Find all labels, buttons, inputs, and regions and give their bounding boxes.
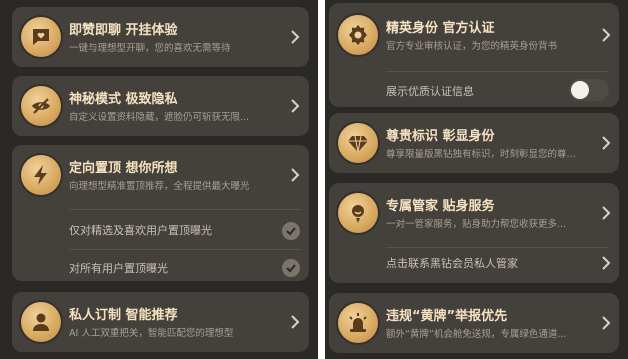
badge-star-icon <box>338 15 378 55</box>
card-subtitle: AI 人工双重把关，智能匹配您的理想型 <box>69 328 234 339</box>
diamond-icon <box>338 123 378 163</box>
left-panel: 即赞即聊 开挂体验 一键与理想型开聊，您的喜欢无需等待 神秘模式 极致隐私 自定… <box>0 0 318 359</box>
toggle-knob <box>571 81 589 99</box>
card-header[interactable]: 定向置顶 想你所想 向理想型精准置顶推荐，全程提供最大曝光 <box>12 145 309 205</box>
right-panel: 精英身份 官方认证 官方专业审核认证，为您的精英身份背书 展示优质认证信息 尊贵… <box>325 0 628 359</box>
link-label: 点击联系黑钻会员私人管家 <box>386 257 518 270</box>
card-custom-recommend[interactable]: 私人订制 智能推荐 AI 人工双重把关，智能匹配您的理想型 <box>12 292 309 352</box>
butler-icon <box>338 193 378 233</box>
contact-butler-link[interactable]: 点击联系黑钻会员私人管家 <box>329 249 619 281</box>
divider <box>69 249 301 250</box>
chevron-right-icon[interactable] <box>601 316 611 330</box>
card-violation-report[interactable]: 违规“黄牌”举报优先 额外“黄牌”机会舱免送规，专属绿色通道... <box>329 293 619 353</box>
chevron-right-icon[interactable] <box>290 168 300 182</box>
chevron-right-icon[interactable] <box>290 30 300 44</box>
card-subtitle: 向理想型精准置顶推荐，全程提供最大曝光 <box>69 181 250 192</box>
chevron-right-icon[interactable] <box>601 28 611 42</box>
lightning-icon <box>21 155 61 195</box>
checkmark-icon[interactable] <box>282 259 300 277</box>
eye-hidden-icon <box>21 86 61 126</box>
option-label: 对所有用户置顶曝光 <box>69 262 168 275</box>
card-title: 违规“黄牌”举报优先 <box>386 309 508 324</box>
card-subtitle: 额外“黄牌”机会舱免送规，专属绿色通道... <box>386 329 567 340</box>
card-title: 专属管家 贴身服务 <box>386 199 495 214</box>
card-title: 精英身份 官方认证 <box>386 21 495 36</box>
card-header[interactable]: 精英身份 官方认证 官方专业审核认证，为您的精英身份背书 <box>329 3 619 63</box>
chevron-right-icon[interactable] <box>601 136 611 150</box>
card-title: 私人订制 智能推荐 <box>69 308 178 323</box>
divider <box>69 209 301 210</box>
card-exclusive-butler: 专属管家 贴身服务 一对一管家服务，贴身助力帮您收获更多... 点击联系黑钻会员… <box>329 183 619 283</box>
card-mystery-mode[interactable]: 神秘模式 极致隐私 自定义设置资料隐藏，遮脸仍可斩获无限... <box>12 76 309 136</box>
toggle-label: 展示优质认证信息 <box>386 85 474 98</box>
divider <box>386 247 609 248</box>
card-noble-badge[interactable]: 尊贵标识 彰显身份 尊享限量版黑钻独有标识，时刻彰显您的尊... <box>329 113 619 173</box>
chevron-right-icon[interactable] <box>290 99 300 113</box>
card-subtitle: 自定义设置资料隐藏，遮脸仍可斩获无限... <box>69 112 250 123</box>
card-title: 定向置顶 想你所想 <box>69 161 178 176</box>
card-subtitle: 一对一管家服务，贴身助力帮您收获更多... <box>386 219 567 230</box>
option-label: 仅对精选及喜欢用户置顶曝光 <box>69 224 212 237</box>
person-icon <box>21 302 61 342</box>
card-title: 即赞即聊 开挂体验 <box>69 23 178 38</box>
card-header[interactable]: 专属管家 贴身服务 一对一管家服务，贴身助力帮您收获更多... <box>329 183 619 243</box>
card-title: 尊贵标识 彰显身份 <box>386 129 495 144</box>
card-subtitle: 尊享限量版黑钻独有标识，时刻彰显您的尊... <box>386 149 576 160</box>
show-certification-toggle[interactable] <box>569 79 609 101</box>
chevron-right-icon[interactable] <box>601 206 611 220</box>
card-elite-identity: 精英身份 官方认证 官方专业审核认证，为您的精英身份背书 展示优质认证信息 <box>329 3 619 107</box>
card-title: 神秘模式 极致隐私 <box>69 92 178 107</box>
chat-heart-icon <box>21 17 61 57</box>
card-targeted-top: 定向置顶 想你所想 向理想型精准置顶推荐，全程提供最大曝光 仅对精选及喜欢用户置… <box>12 145 309 281</box>
divider <box>386 71 609 72</box>
card-subtitle: 一键与理想型开聊，您的喜欢无需等待 <box>69 43 231 54</box>
card-instant-chat[interactable]: 即赞即聊 开挂体验 一键与理想型开聊，您的喜欢无需等待 <box>12 7 309 67</box>
card-subtitle: 官方专业审核认证，为您的精英身份背书 <box>386 41 558 52</box>
chevron-right-icon[interactable] <box>290 315 300 329</box>
chevron-right-icon[interactable] <box>601 256 611 270</box>
alarm-icon <box>338 303 378 343</box>
checkmark-icon[interactable] <box>282 222 300 240</box>
